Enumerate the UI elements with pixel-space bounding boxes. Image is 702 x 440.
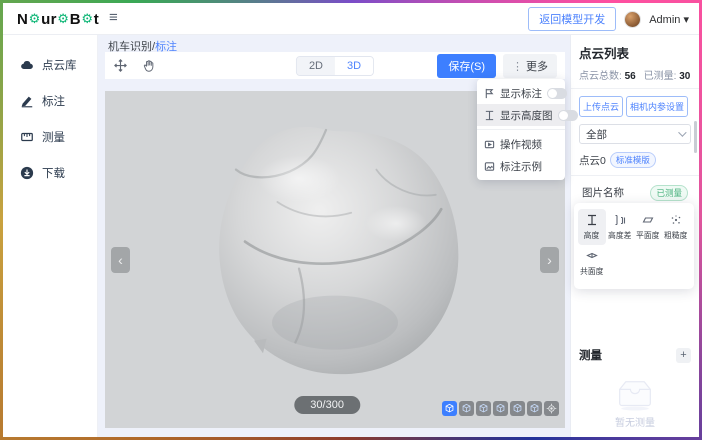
download-icon: [20, 166, 34, 180]
measure-tools-popup: 高度 高度差 平面度 粗糙度 共面度: [574, 203, 694, 289]
sidebar-item-pointcloud-library[interactable]: 点云库: [3, 47, 97, 83]
header-right: 返回模型开发 Admin ▾: [528, 3, 689, 35]
sidebar-item-measure[interactable]: 测量: [3, 119, 97, 155]
flag-icon: [484, 88, 495, 99]
sidebar-item-download[interactable]: 下载: [3, 155, 97, 191]
panel-title: 点云列表: [579, 43, 691, 62]
prev-image-button[interactable]: ‹: [111, 247, 130, 273]
more-button[interactable]: ⋮更多: [503, 54, 557, 78]
tool-height[interactable]: 高度: [578, 209, 606, 245]
logo-text: t: [94, 11, 99, 28]
dimension-toggle: 2D 3D: [296, 56, 374, 76]
save-button[interactable]: 保存(S): [437, 54, 496, 78]
show-heightmap-toggle[interactable]: [558, 110, 578, 121]
sidebar-item-label: 标注: [42, 93, 65, 109]
main-area: 机车识别/标注 2D 3D 保存(S) ⋮更多 显示标注: [98, 35, 570, 437]
logo-text: N: [17, 11, 28, 28]
sidebar-item-label: 下载: [42, 165, 65, 181]
pan-hand-tool-icon[interactable]: [142, 59, 156, 73]
menu-divider: [477, 129, 565, 130]
next-image-button[interactable]: ›: [540, 247, 559, 273]
measure-section-header: 测量 +: [579, 347, 691, 363]
view-cube-buttons: [442, 401, 559, 416]
view-cube-button-1[interactable]: [442, 401, 457, 416]
avatar[interactable]: [624, 11, 641, 28]
tool-flatness[interactable]: 平面度: [634, 209, 662, 245]
toggle-3d[interactable]: 3D: [335, 57, 373, 75]
empty-state: 暂无测量: [571, 377, 699, 429]
chevron-down-icon: [678, 128, 686, 136]
ellipsis-icon: ⋮: [512, 61, 523, 73]
view-cube-button-6[interactable]: [527, 401, 542, 416]
measured-tag: 已测量: [650, 185, 688, 201]
empty-box-icon: [612, 377, 658, 411]
flatness-icon: [642, 214, 654, 226]
view-cube-button-4[interactable]: [493, 401, 508, 416]
chevron-down-icon: ▾: [683, 14, 689, 26]
canvas-toolbar: 2D 3D 保存(S) ⋮更多: [105, 52, 565, 79]
menu-item-operation-video[interactable]: 操作视频: [477, 133, 565, 155]
more-dropdown-menu: 显示标注 显示高度图 操作视频 标注示例: [477, 79, 565, 180]
coplanarity-icon: [586, 250, 598, 262]
measured-count: 30: [679, 71, 690, 82]
view-cube-button-3[interactable]: [476, 401, 491, 416]
menu-item-show-heightmap[interactable]: 显示高度图: [477, 104, 565, 126]
menu-item-annotation-example[interactable]: 标注示例: [477, 155, 565, 177]
ruler-icon: [20, 130, 34, 144]
pen-icon: [20, 94, 34, 108]
app-window: N⚙ur⚙B⚙t ≡ 返回模型开发 Admin ▾ 点云库 标注 测量 下载: [3, 3, 699, 437]
reset-view-button[interactable]: [544, 401, 559, 416]
sidebar-item-label: 测量: [42, 129, 65, 145]
roughness-icon: [670, 214, 682, 226]
logo-text: B: [70, 11, 81, 28]
sidebar-item-label: 点云库: [42, 57, 77, 73]
gear-icon: ⚙: [81, 11, 93, 27]
template-tag: 标准模版: [610, 152, 656, 168]
height-difference-icon: [614, 214, 626, 226]
show-annotation-toggle[interactable]: [547, 88, 567, 99]
logo-text: ur: [41, 11, 57, 28]
pointcloud-group-row[interactable]: 点云0 标准模版: [579, 152, 691, 168]
camera-intrinsics-button[interactable]: 相机内参设置: [626, 96, 688, 117]
tool-coplanarity[interactable]: 共面度: [578, 245, 606, 281]
total-count: 56: [625, 71, 636, 82]
sidebar-item-annotation[interactable]: 标注: [3, 83, 97, 119]
cloud-icon: [20, 58, 34, 72]
add-measure-button[interactable]: +: [676, 348, 691, 363]
toggle-2d[interactable]: 2D: [297, 57, 335, 75]
filter-select[interactable]: 全部: [579, 124, 691, 144]
height-icon: [484, 110, 495, 121]
tool-height-difference[interactable]: 高度差: [606, 209, 634, 245]
divider: [571, 88, 699, 89]
screenshot-frame: N⚙ur⚙B⚙t ≡ 返回模型开发 Admin ▾ 点云库 标注 测量 下载: [0, 0, 702, 440]
view-cube-button-2[interactable]: [459, 401, 474, 416]
app-header: N⚙ur⚙B⚙t ≡ 返回模型开发 Admin ▾: [3, 3, 699, 35]
back-to-model-dev-button[interactable]: 返回模型开发: [528, 7, 616, 31]
image-counter: 30/300: [294, 396, 360, 414]
gear-icon: ⚙: [29, 11, 41, 27]
sidebar: 点云库 标注 测量 下载: [3, 35, 98, 437]
tooth-3d-mesh: [190, 116, 480, 386]
upload-pointcloud-button[interactable]: 上传点云: [579, 96, 623, 117]
video-icon: [484, 139, 495, 150]
menu-item-show-annotation[interactable]: 显示标注: [477, 82, 565, 104]
image-list-item[interactable]: 图片名称 已测量: [579, 183, 691, 202]
pointcloud-panel: 点云列表 点云总数: 56 已测量: 30 上传点云 相机内参设置 全部 点云0…: [570, 35, 699, 437]
user-menu[interactable]: Admin ▾: [649, 13, 689, 26]
list-scrollbar-thumb[interactable]: [694, 121, 697, 153]
height-icon: [586, 214, 598, 226]
example-image-icon: [484, 161, 495, 172]
divider: [571, 175, 699, 176]
tool-roughness[interactable]: 粗糙度: [662, 209, 690, 245]
move-tool-icon[interactable]: [113, 58, 128, 73]
view-cube-button-5[interactable]: [510, 401, 525, 416]
app-logo: N⚙ur⚙B⚙t: [17, 3, 99, 35]
sidebar-collapse-icon[interactable]: ≡: [109, 9, 118, 26]
gear-icon: ⚙: [57, 11, 69, 27]
pointcloud-stats: 点云总数: 56 已测量: 30: [579, 67, 691, 82]
